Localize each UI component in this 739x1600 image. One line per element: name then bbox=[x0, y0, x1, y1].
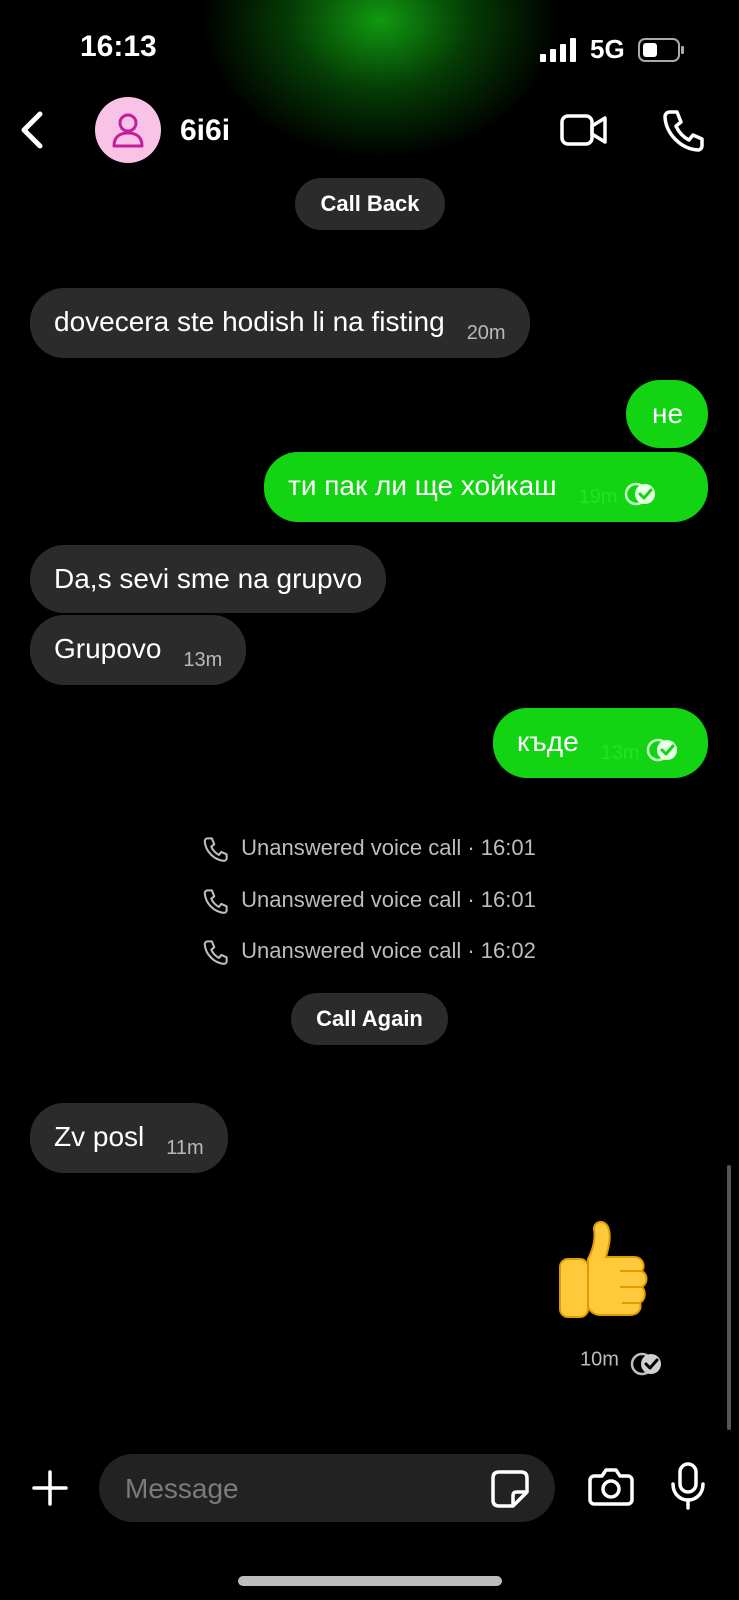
message-time: 19m bbox=[578, 486, 618, 508]
phone-icon bbox=[203, 837, 228, 863]
mic-icon[interactable] bbox=[670, 1462, 706, 1510]
phone-icon bbox=[203, 889, 228, 915]
signal-icon bbox=[540, 38, 576, 62]
reaction-time: 10m bbox=[580, 1348, 619, 1371]
message-text: къде bbox=[517, 726, 579, 757]
call-log-text: Unanswered voice call · 16:01 bbox=[241, 835, 536, 860]
phone-icon bbox=[203, 940, 228, 966]
home-indicator[interactable] bbox=[238, 1576, 502, 1586]
message-text: Grupovo bbox=[54, 633, 162, 664]
message-bubble[interactable]: dovecera ste hodish li na fisting 20m bbox=[30, 288, 530, 358]
message-input-container bbox=[99, 1454, 555, 1524]
avatar[interactable] bbox=[95, 97, 161, 163]
message-bubble[interactable]: не bbox=[626, 380, 708, 448]
phone-icon[interactable] bbox=[662, 108, 706, 152]
video-icon[interactable] bbox=[560, 110, 608, 150]
call-again-button[interactable]: Call Again bbox=[291, 993, 448, 1045]
message-time: 13m bbox=[183, 649, 223, 671]
message-time: 20m bbox=[466, 322, 506, 344]
thumbs-up-icon[interactable] bbox=[550, 1215, 660, 1325]
call-log-text: Unanswered voice call · 16:02 bbox=[241, 938, 536, 963]
message-text: dovecera ste hodish li na fisting bbox=[54, 306, 445, 337]
chat-header: 6i6i bbox=[0, 90, 739, 170]
message-bubble[interactable]: къде 13m bbox=[493, 708, 708, 778]
back-icon[interactable] bbox=[14, 108, 54, 152]
message-bubble[interactable]: Da,s sevi sme na grupvo bbox=[30, 545, 387, 613]
message-composer bbox=[0, 1450, 739, 1530]
status-bar: 16:13 5G bbox=[0, 0, 739, 100]
contact-name[interactable]: 6i6i bbox=[180, 114, 230, 148]
network-label: 5G bbox=[590, 34, 625, 64]
read-check-icon bbox=[624, 482, 655, 505]
message-bubble[interactable]: Zv posl 11m bbox=[30, 1103, 228, 1173]
battery-icon bbox=[638, 38, 684, 62]
message-text: ти пак ли ще хойкаш bbox=[288, 470, 557, 501]
scrollbar[interactable] bbox=[727, 1165, 731, 1430]
call-log-entry: Unanswered voice call · 16:01 bbox=[0, 835, 739, 863]
message-text: Da,s sevi sme na grupvo bbox=[54, 563, 363, 594]
message-text: Zv posl bbox=[54, 1121, 145, 1152]
call-log-text: Unanswered voice call · 16:01 bbox=[241, 887, 536, 912]
call-log-entry: Unanswered voice call · 16:01 bbox=[0, 887, 739, 915]
message-input[interactable] bbox=[123, 1454, 467, 1524]
camera-icon[interactable] bbox=[588, 1464, 634, 1508]
message-time: 11m bbox=[166, 1137, 204, 1159]
message-time: 13m bbox=[600, 742, 640, 764]
read-check-icon bbox=[646, 738, 677, 761]
call-back-button[interactable]: Call Back bbox=[295, 178, 445, 230]
plus-icon[interactable] bbox=[30, 1468, 70, 1508]
message-bubble[interactable]: ти пак ли ще хойкаш 19m bbox=[264, 452, 708, 522]
message-bubble[interactable]: Grupovo 13m bbox=[30, 615, 247, 685]
read-check-icon bbox=[631, 1352, 662, 1376]
user-icon bbox=[112, 113, 144, 148]
sticker-icon[interactable] bbox=[489, 1468, 531, 1510]
reaction-time-row: 10m bbox=[580, 1348, 664, 1376]
call-log-entry: Unanswered voice call · 16:02 bbox=[0, 938, 739, 966]
message-text: не bbox=[652, 398, 684, 429]
status-time: 16:13 bbox=[80, 30, 157, 63]
